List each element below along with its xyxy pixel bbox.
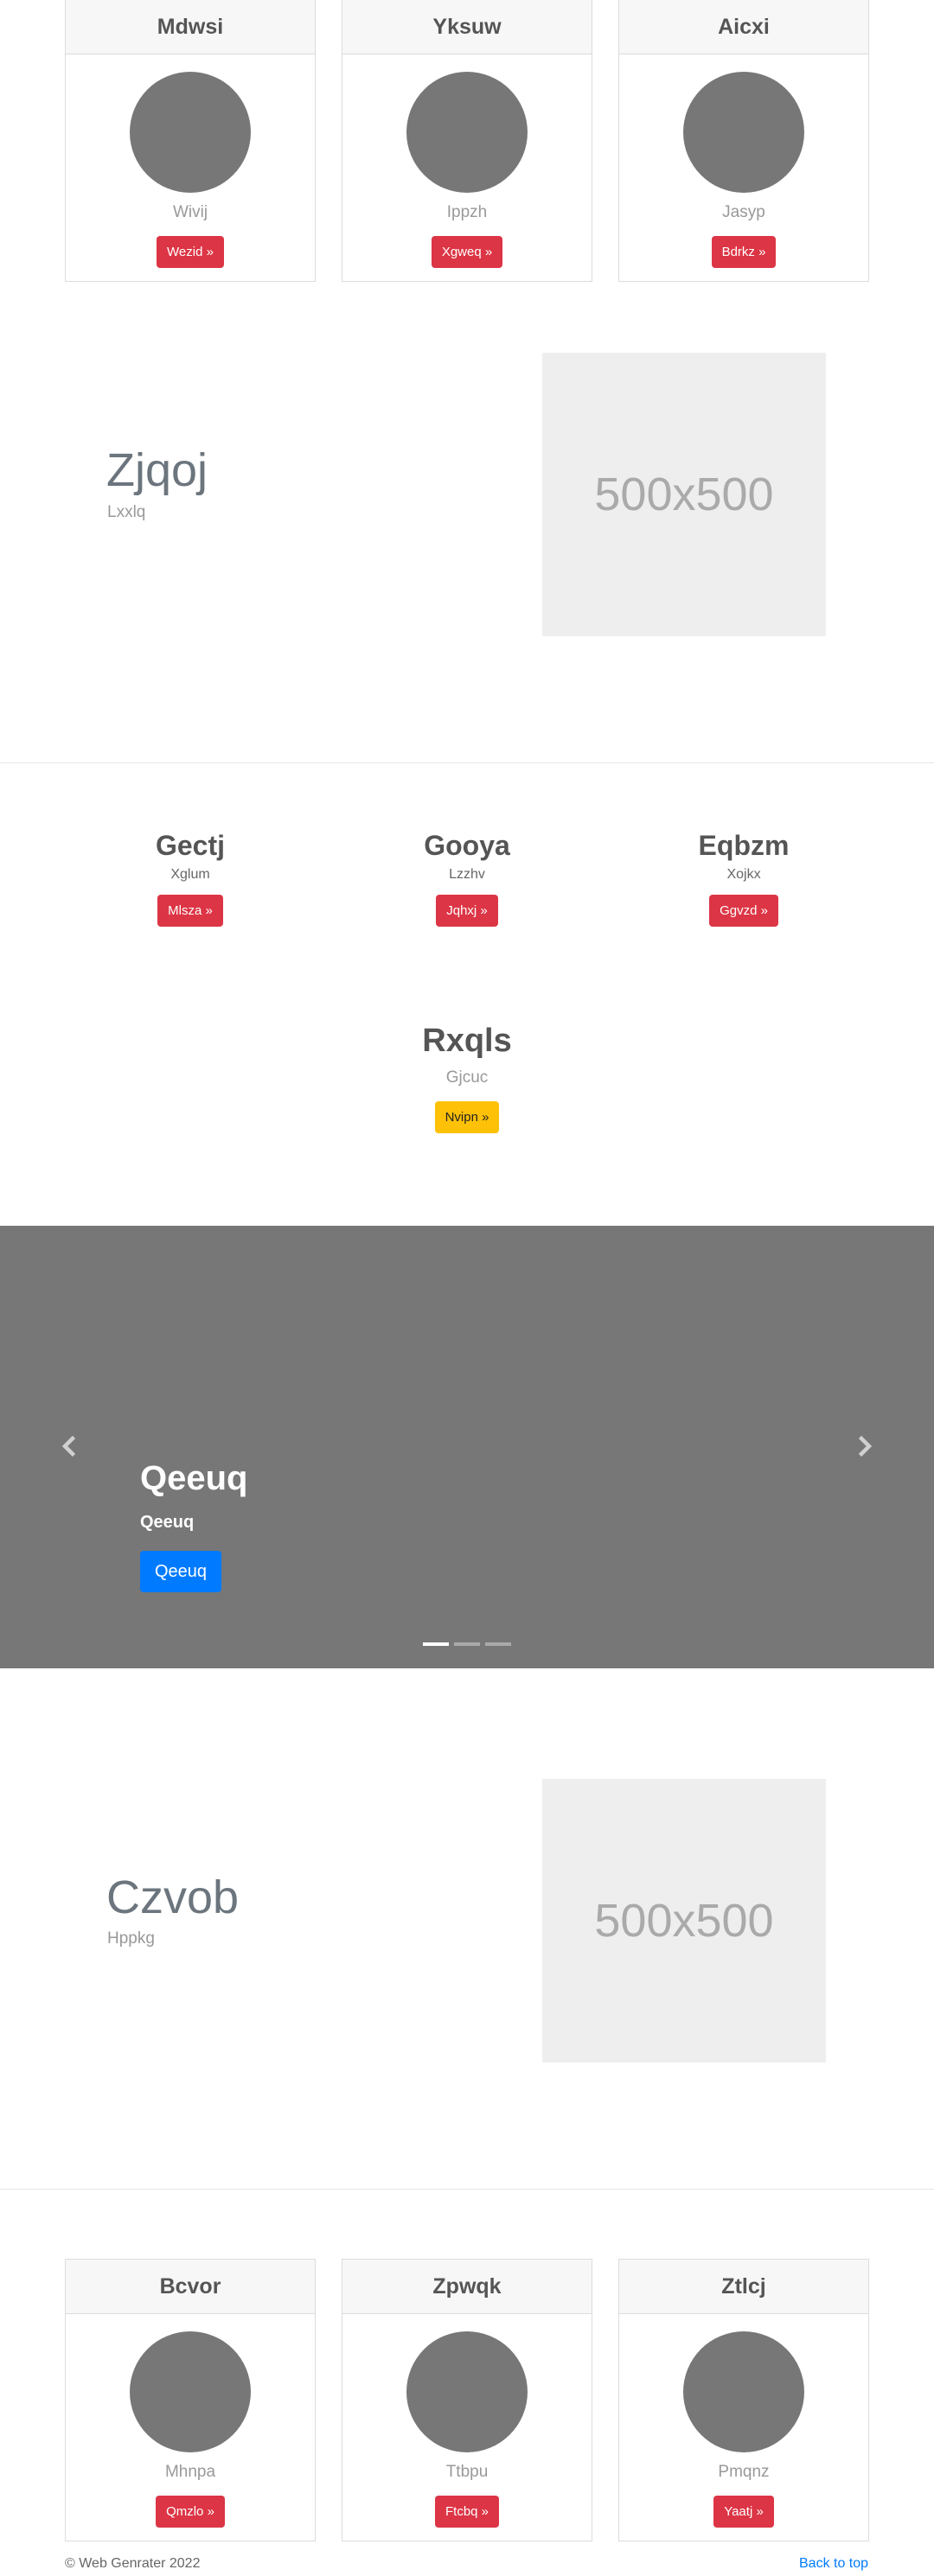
chevron-left-icon[interactable] [57, 1433, 83, 1459]
avatar [406, 72, 528, 193]
card-subtitle: Wivij [172, 203, 208, 221]
placeholder-image: 500x500 [542, 1779, 826, 2063]
carousel-indicator[interactable] [485, 1642, 511, 1646]
placeholder-label: 500x500 [594, 469, 774, 520]
avatar [406, 2331, 528, 2452]
column-gectj: Gectj Xglum Mlsza » [69, 830, 311, 927]
carousel: Qeeuq Qeeuq Qeeuq [0, 1226, 934, 1668]
card-button[interactable]: Yaatj » [713, 2496, 774, 2528]
card-subtitle: Ippzh [446, 203, 488, 221]
center-subtitle: Gjcuc [445, 1068, 489, 1087]
carousel-title: Qeeuq [140, 1459, 248, 1497]
avatar [130, 2331, 251, 2452]
avatar [683, 2331, 804, 2452]
card-mdwsi: Mdwsi Wivij Wezid » [65, 0, 316, 282]
column-gooya: Gooya Lzzhv Jqhxj » [346, 830, 588, 927]
carousel-subtitle: Qeeuq [140, 1513, 195, 1532]
column-eqbzm: Eqbzm Xojkx Ggvzd » [623, 830, 865, 927]
feature-title: Czvob [106, 1871, 240, 1923]
card-button[interactable]: Wezid » [157, 236, 224, 268]
column-button[interactable]: Ggvzd » [709, 895, 778, 927]
column-title: Gectj [155, 830, 226, 861]
avatar [683, 72, 804, 193]
center-block: Rxqls Gjcuc Nvipn » [294, 1023, 640, 1133]
column-subtitle: Lzzhv [449, 867, 485, 882]
footer-copyright: © Web Genrater 2022 [65, 2556, 201, 2571]
chevron-right-icon[interactable] [851, 1433, 877, 1459]
placeholder-image: 500x500 [542, 353, 826, 636]
column-title: Eqbzm [698, 830, 790, 861]
back-to-top-link[interactable]: Back to top [799, 2556, 868, 2572]
column-subtitle: Xojkx [726, 867, 761, 882]
feature-subtitle: Lxxlq [107, 503, 146, 521]
column-button[interactable]: Mlsza » [157, 895, 223, 927]
card-bcvor: Bcvor Mhnpa Qmzlo » [65, 2259, 316, 2541]
card-title: Ztlcj [619, 2260, 868, 2314]
card-subtitle: Pmqnz [718, 2463, 770, 2481]
card-ztlcj: Ztlcj Pmqnz Yaatj » [618, 2259, 869, 2541]
card-title: Aicxi [619, 0, 868, 54]
card-subtitle: Jasyp [722, 203, 765, 221]
card-button[interactable]: Xgweq » [431, 236, 503, 268]
divider [0, 762, 934, 763]
feature-title: Zjqoj [106, 444, 208, 496]
card-button[interactable]: Bdrkz » [711, 236, 777, 268]
placeholder-label: 500x500 [594, 1895, 774, 1947]
card-title: Mdwsi [66, 0, 315, 54]
center-title: Rxqls [422, 1023, 512, 1059]
carousel-button[interactable]: Qeeuq [140, 1551, 221, 1592]
card-subtitle: Mhnpa [164, 2463, 216, 2481]
card-aicxi: Aicxi Jasyp Bdrkz » [618, 0, 869, 282]
card-zpwqk: Zpwqk Ttbpu Ftcbq » [342, 2259, 592, 2541]
avatar [130, 72, 251, 193]
card-title: Zpwqk [342, 2260, 592, 2314]
card-subtitle: Ttbpu [445, 2463, 489, 2481]
card-title: Yksuw [342, 0, 592, 54]
card-yksuw: Yksuw Ippzh Xgweq » [342, 0, 592, 282]
center-button[interactable]: Nvipn » [434, 1101, 500, 1133]
card-button[interactable]: Ftcbq » [434, 2496, 500, 2528]
feature-subtitle: Hppkg [107, 1929, 155, 1948]
carousel-indicator[interactable] [454, 1642, 480, 1646]
column-title: Gooya [424, 830, 510, 861]
column-button[interactable]: Jqhxj » [436, 895, 498, 927]
card-button[interactable]: Qmzlo » [156, 2496, 225, 2528]
card-title: Bcvor [66, 2260, 315, 2314]
divider [0, 2189, 934, 2190]
carousel-indicator-active[interactable] [423, 1642, 449, 1646]
column-subtitle: Xglum [170, 867, 210, 882]
